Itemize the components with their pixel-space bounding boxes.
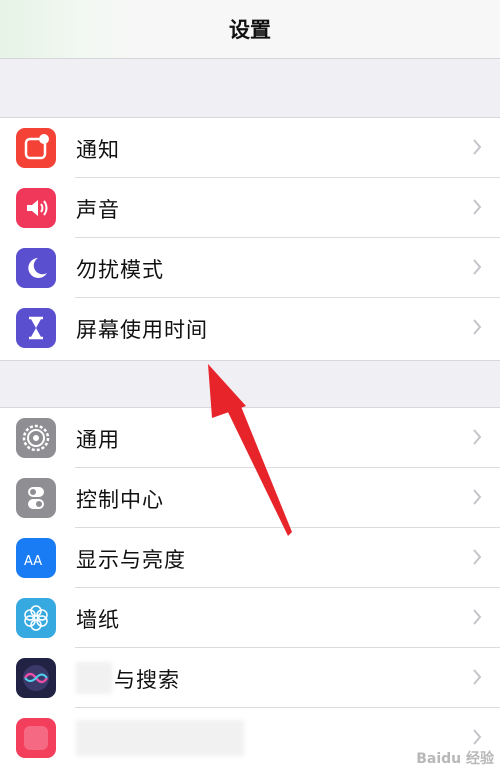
row-label: 墙纸 — [76, 608, 120, 632]
row-label: 通用 — [76, 428, 120, 452]
chevron-right-icon — [473, 259, 482, 275]
settings-row-siri-search[interactable]: 与搜索 — [0, 648, 500, 708]
settings-group-1: 通知 声音 勿扰模式 屏幕使用时间 — [0, 117, 500, 361]
red-annotation-arrow — [208, 364, 292, 536]
row-label: 屏幕使用时间 — [76, 318, 208, 342]
siri-icon — [16, 658, 56, 698]
settings-row-sounds[interactable]: 声音 — [0, 178, 500, 238]
chevron-right-icon — [473, 489, 482, 505]
app-icon — [16, 718, 56, 758]
chevron-right-icon — [473, 319, 482, 335]
row-label: 通知 — [76, 138, 120, 162]
settings-row-do-not-disturb[interactable]: 勿扰模式 — [0, 238, 500, 298]
moon-icon — [16, 248, 56, 288]
chevron-right-icon — [473, 199, 482, 215]
redacted-text — [76, 662, 112, 694]
settings-row-screen-time[interactable]: 屏幕使用时间 — [0, 298, 500, 358]
row-label: 勿扰模式 — [76, 258, 164, 282]
chevron-right-icon — [473, 669, 482, 685]
redacted-text — [76, 720, 244, 756]
notifications-icon — [16, 128, 56, 168]
watermark: Baidu 经验 — [416, 751, 494, 767]
hourglass-icon — [16, 308, 56, 348]
svg-text:AA: AA — [24, 554, 42, 569]
chevron-right-icon — [473, 609, 482, 625]
chevron-right-icon — [473, 139, 482, 155]
navigation-bar: 设置 — [0, 0, 500, 59]
gear-icon — [16, 418, 56, 458]
toggles-icon — [16, 478, 56, 518]
row-label: 声音 — [76, 198, 120, 222]
settings-row-notifications[interactable]: 通知 — [0, 118, 500, 178]
row-label: 显示与亮度 — [76, 548, 186, 572]
chevron-right-icon — [473, 729, 482, 745]
sounds-icon — [16, 188, 56, 228]
flower-icon — [16, 598, 56, 638]
row-label: 控制中心 — [76, 488, 164, 512]
row-label: 与搜索 — [114, 668, 180, 692]
chevron-right-icon — [473, 429, 482, 445]
page-title: 设置 — [229, 18, 271, 42]
chevron-right-icon — [473, 549, 482, 565]
display-aa-icon: AA — [16, 538, 56, 578]
settings-row-wallpaper[interactable]: 墙纸 — [0, 588, 500, 648]
